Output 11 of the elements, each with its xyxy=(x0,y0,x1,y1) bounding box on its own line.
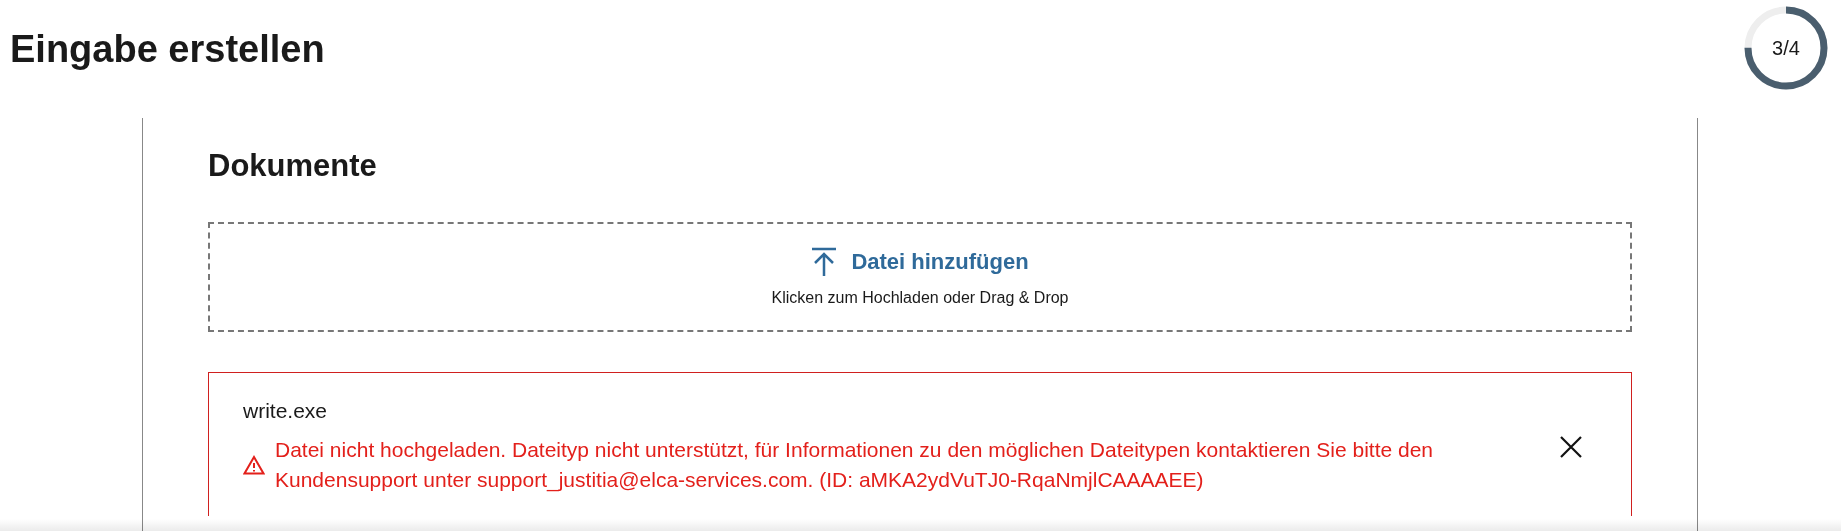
file-name: write.exe xyxy=(243,399,329,423)
upload-icon xyxy=(811,247,838,277)
dropzone-hint: Klicken zum Hochladen oder Drag & Drop xyxy=(771,289,1069,307)
error-message: Datei nicht hochgeladen. Dateityp nicht unterstützt, für Informationen zu den möglichen Dateitypen kontaktieren Sie bitte den Kundensupport unter support_justitia@elca-services.com. (ID: aMKA2ydVuTJ0-RqaNmjlCAAAAEE) xyxy=(275,437,1435,494)
section-title: Dokumente xyxy=(208,148,378,184)
progress-label: 3/4 xyxy=(1772,36,1800,60)
warning-icon xyxy=(243,455,265,476)
page-title: Eingabe erstellen xyxy=(10,28,325,71)
add-file-link[interactable]: Datei hinzufügen xyxy=(811,247,1029,277)
close-icon xyxy=(1559,435,1583,460)
file-dropzone[interactable]: Datei hinzufügen Klicken zum Hochladen oder Drag & Drop xyxy=(208,222,1632,332)
